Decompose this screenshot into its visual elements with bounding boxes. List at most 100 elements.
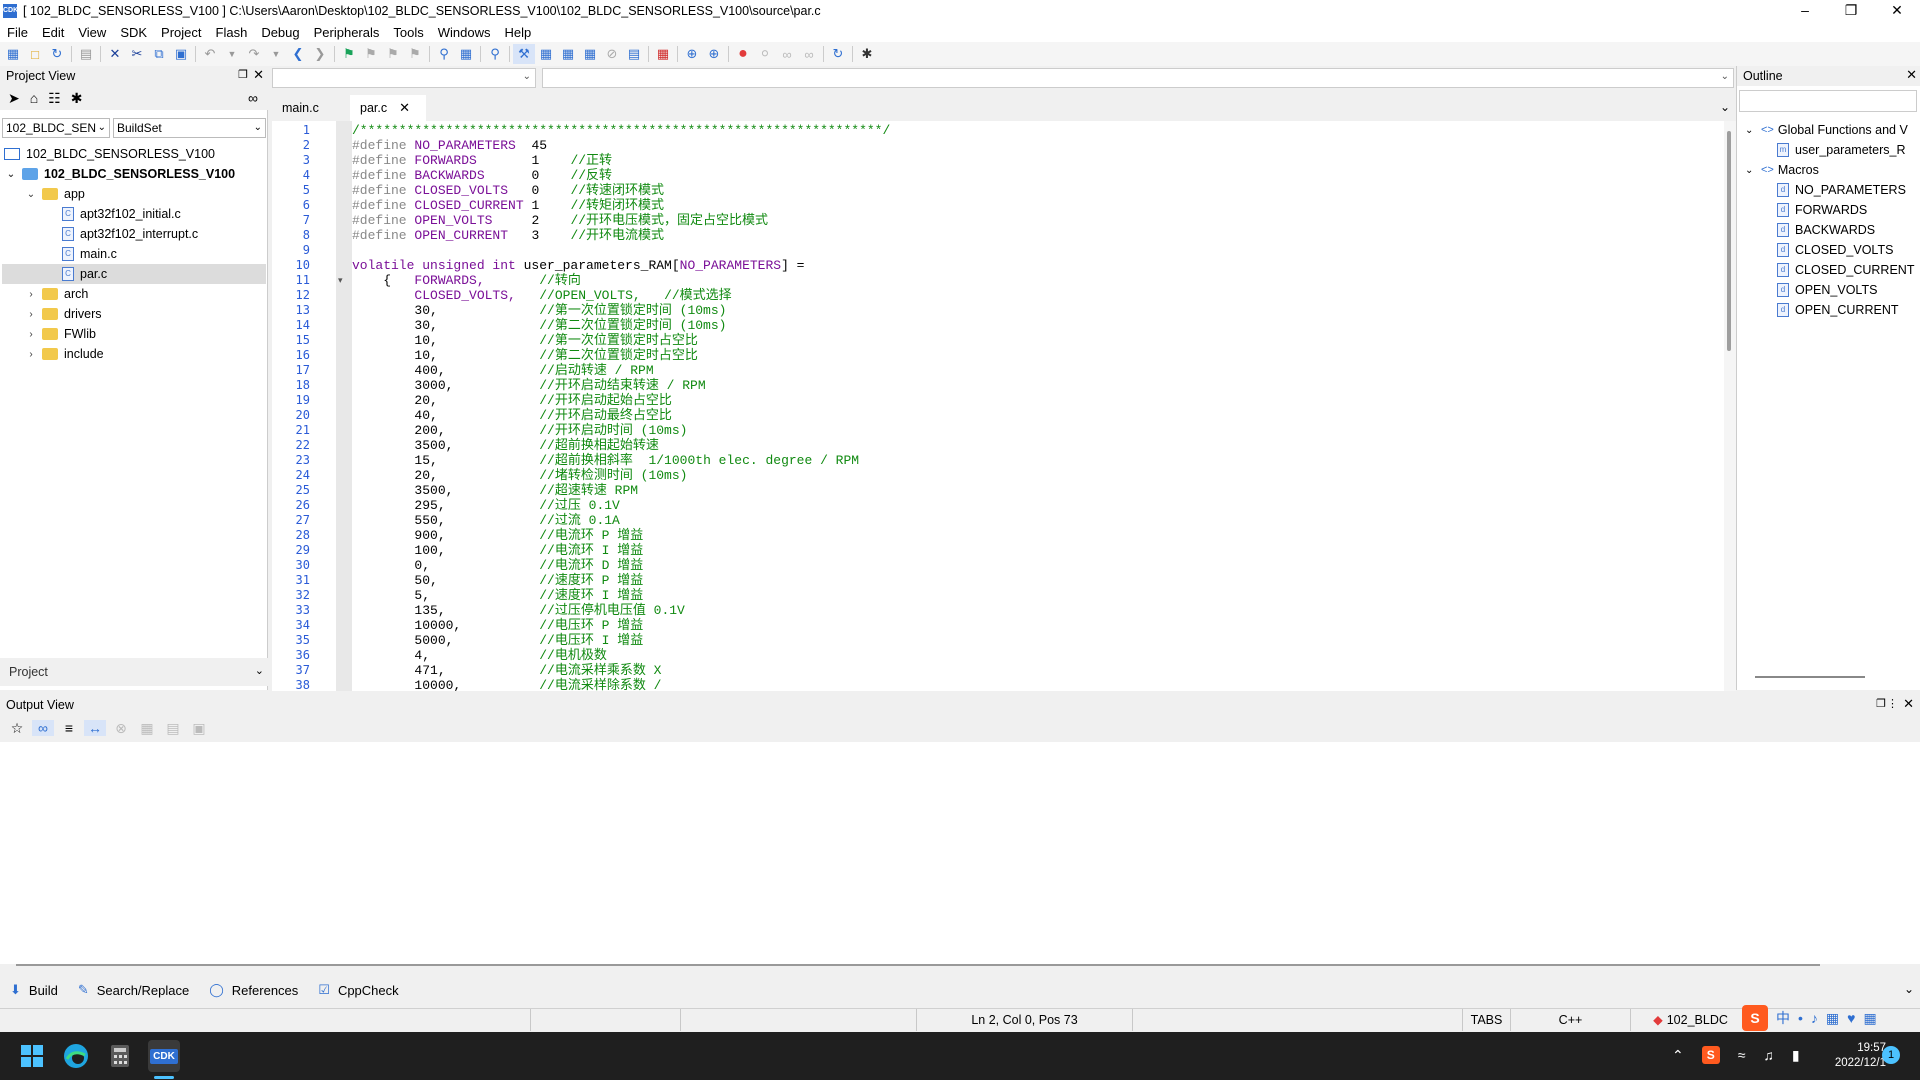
project-select[interactable]: 102_BLDC_SEN ⌄ (2, 118, 110, 138)
tree-folder[interactable]: › FWlib (24, 324, 96, 344)
menu-flash[interactable]: Flash (209, 25, 255, 40)
chevron-down-icon[interactable]: ⌄ (1904, 982, 1914, 996)
menu-sdk[interactable]: SDK (113, 25, 154, 40)
outline-group-macros[interactable]: ⌄ <> Macros (1745, 160, 1819, 180)
tree-file[interactable]: C apt32f102_interrupt.c (62, 224, 198, 244)
reset-icon[interactable]: ↻ (827, 44, 849, 64)
save-icon[interactable]: ▤ (75, 44, 97, 64)
bookmark-flag-icon[interactable]: ⚑ (338, 44, 360, 64)
settings-icon[interactable]: ✱ (71, 90, 83, 107)
punctuation-icon[interactable]: • (1798, 1010, 1803, 1026)
chevron-right-icon[interactable]: › (24, 309, 38, 320)
bookmark-next-icon[interactable]: ⚑ (382, 44, 404, 64)
chevron-down-icon[interactable]: ⌄ (4, 169, 18, 180)
menu-view[interactable]: View (71, 25, 113, 40)
batch-build-icon[interactable]: ▦ (579, 44, 601, 64)
microphone-icon[interactable]: ♪ (1811, 1010, 1818, 1026)
outline-macro-item[interactable]: d OPEN_VOLTS (1777, 280, 1877, 300)
bookmark-clear-icon[interactable]: ⚑ (404, 44, 426, 64)
vertical-scrollbar[interactable] (1724, 121, 1736, 691)
sogou-ime-icon[interactable]: S (1742, 1005, 1768, 1031)
menu-help[interactable]: Help (498, 25, 539, 40)
tree-file[interactable]: C main.c (62, 244, 117, 264)
float-panel-icon[interactable]: ❐ (238, 68, 248, 81)
calculator-icon[interactable] (104, 1040, 136, 1072)
fold-marker-icon[interactable]: ▾ (338, 275, 343, 286)
indent-mode[interactable]: TABS (1462, 1009, 1510, 1031)
float-panel-icon[interactable]: ❐ (1876, 697, 1886, 710)
zoom-debug-icon[interactable]: ⊕ (703, 44, 725, 64)
close-panel-icon[interactable]: ✕ (253, 67, 264, 83)
build-icon[interactable]: ⚒ (513, 44, 535, 64)
tree-workspace[interactable]: 102_BLDC_SENSORLESS_V100 (4, 144, 215, 164)
redo-icon[interactable]: ↷ (243, 44, 265, 64)
outline-macro-item[interactable]: d NO_PARAMETERS (1777, 180, 1906, 200)
chevron-down-icon[interactable]: ⌄ (1745, 125, 1757, 136)
tree-file-selected[interactable]: C par.c (2, 264, 266, 284)
stop-build-icon[interactable]: ⊘ (601, 44, 623, 64)
close-panel-icon[interactable]: ✕ (1903, 696, 1914, 712)
outline-filter-input[interactable] (1739, 90, 1917, 112)
keyboard-icon[interactable]: ▦ (1826, 1010, 1839, 1027)
open-folder-icon[interactable]: □ (24, 44, 46, 64)
maximize-button[interactable]: ❐ (1828, 0, 1874, 22)
clear-icon[interactable]: ⊗ (110, 720, 132, 737)
bookmark-prev-icon[interactable]: ⚑ (360, 44, 382, 64)
wrap-icon[interactable]: ≡ (58, 720, 80, 736)
close-panel-icon[interactable]: ✕ (1906, 67, 1917, 83)
notification-badge[interactable]: 1 (1882, 1046, 1900, 1064)
menu-project[interactable]: Project (154, 25, 208, 40)
save-log-icon[interactable]: ▤ (162, 720, 184, 737)
outline-macro-item[interactable]: d CLOSED_CURRENT (1777, 260, 1914, 280)
scope-select[interactable]: ⌄ (272, 68, 536, 88)
star-icon[interactable]: ☆ (6, 720, 28, 737)
close-tab-icon[interactable]: ✕ (399, 100, 410, 116)
chevron-up-icon[interactable]: ⌃ (1672, 1047, 1684, 1064)
build-all-icon[interactable]: ▦ (557, 44, 579, 64)
windows-start-icon[interactable] (16, 1040, 48, 1072)
menu-edit[interactable]: Edit (35, 25, 71, 40)
edge-browser-icon[interactable] (60, 1040, 92, 1072)
chevron-down-icon[interactable]: ⌄ (24, 189, 38, 200)
debug-connect-icon[interactable]: ∞ (776, 44, 798, 64)
wifi-icon[interactable]: ≈ (1738, 1047, 1746, 1063)
tree-folder[interactable]: › include (24, 344, 103, 364)
zoom-in-icon[interactable]: ⊕ (681, 44, 703, 64)
outline-macro-item[interactable]: d FORWARDS (1777, 200, 1867, 220)
tree-file[interactable]: C apt32f102_initial.c (62, 204, 181, 224)
outline-item[interactable]: m user_parameters_R (1777, 140, 1905, 160)
hierarchy-icon[interactable]: ☷ (48, 90, 61, 107)
link-icon[interactable]: ∞ (32, 720, 54, 736)
project-tab-label[interactable]: Project (0, 665, 60, 679)
chevron-down-icon[interactable]: ⌄ (1745, 165, 1757, 176)
undo-icon[interactable]: ↶ (199, 44, 221, 64)
menu-windows[interactable]: Windows (431, 25, 498, 40)
navigate-forward-icon[interactable]: ❯ (309, 44, 331, 64)
chevron-right-icon[interactable]: › (24, 289, 38, 300)
menu-file[interactable]: File (0, 25, 35, 40)
debug-disconnect-icon[interactable]: ∞ (798, 44, 820, 64)
navigate-back-icon[interactable]: ❮ (287, 44, 309, 64)
outline-group-functions[interactable]: ⌄ <> Global Functions and V (1745, 120, 1908, 140)
undo-dropdown-icon[interactable]: ▼ (221, 44, 243, 64)
copy-icon[interactable]: ⧉ (148, 44, 170, 64)
project-status[interactable]: ◆ 102_BLDC (1630, 1009, 1750, 1031)
minimize-button[interactable]: – (1782, 0, 1828, 22)
cdk-app-icon[interactable]: CDK (148, 1040, 180, 1072)
tab-search-replace[interactable]: ✎ Search/Replace (78, 982, 189, 998)
outline-hscroll[interactable] (1755, 676, 1865, 678)
language-mode[interactable]: C++ (1510, 1009, 1630, 1031)
menu-tools[interactable]: Tools (386, 25, 430, 40)
output-area[interactable] (0, 742, 1920, 964)
close-file-icon[interactable]: ✕ (104, 44, 126, 64)
chevron-right-icon[interactable]: › (24, 329, 38, 340)
scrollbar-thumb[interactable] (1727, 131, 1731, 351)
find-in-files-icon[interactable]: ▦ (455, 44, 477, 64)
tab-cppcheck[interactable]: ☑ CppCheck (318, 982, 398, 998)
tab-build[interactable]: ⬇ Build (10, 982, 58, 998)
menu-peripherals[interactable]: Peripherals (307, 25, 387, 40)
battery-icon[interactable]: ▮ (1792, 1047, 1800, 1064)
outline-macro-item[interactable]: d CLOSED_VOLTS (1777, 240, 1893, 260)
symbol-select[interactable]: ⌄ (542, 68, 1734, 88)
find-icon[interactable]: ⚲ (433, 44, 455, 64)
